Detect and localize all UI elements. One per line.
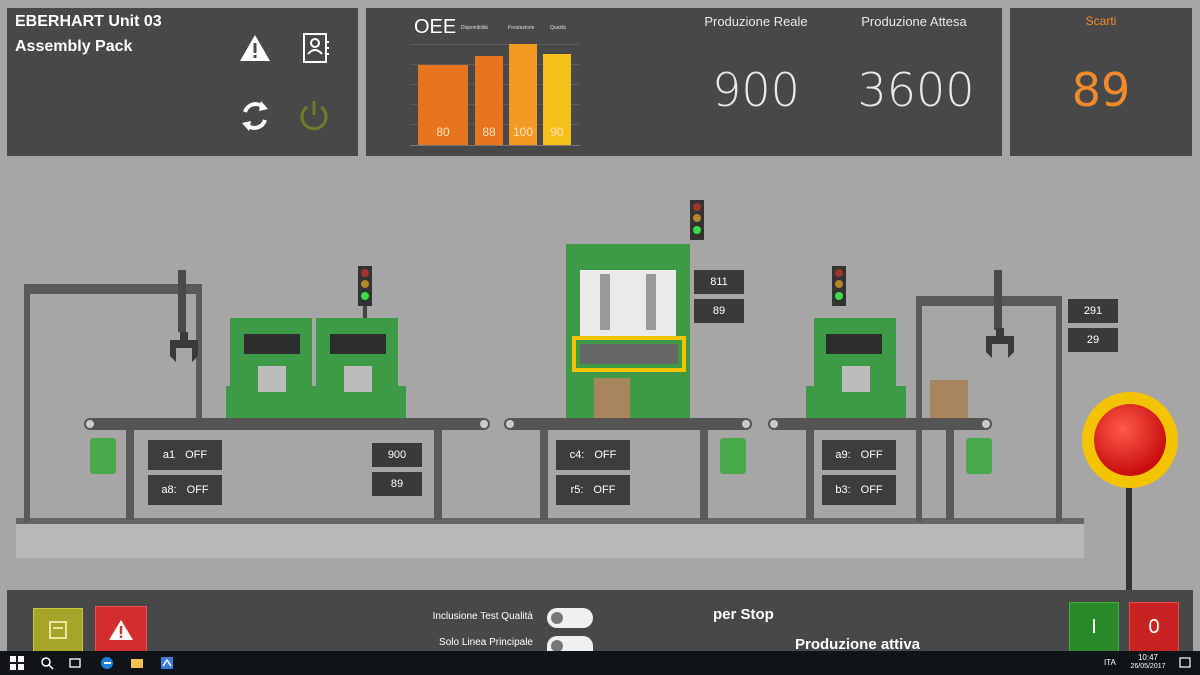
operator-badge-icon[interactable] (303, 32, 329, 64)
quality-test-label: Inclusione Test Qualità (432, 611, 533, 622)
start-button[interactable]: I (1069, 602, 1119, 653)
emergency-stop-button[interactable] (1082, 392, 1178, 488)
notifications-icon[interactable] (1178, 656, 1192, 670)
main-line-only-toggle[interactable] (547, 636, 593, 652)
sensor-a8-status: a8: OFF (148, 475, 222, 505)
taskbar: ITA 10:47 26/05/2017 (0, 651, 1200, 675)
sensor-a1-status: a1 OFF (148, 440, 222, 470)
quality-test-toggle[interactable] (547, 608, 593, 628)
stop-button[interactable]: 0 (1129, 602, 1179, 653)
sensor-c4-status: c4: OFF (556, 440, 630, 470)
sensor-a9-status: a9: OFF (822, 440, 896, 470)
oee-legend-performance: Prestazione (508, 25, 535, 31)
report-button[interactable] (33, 608, 83, 653)
search-icon[interactable] (40, 656, 54, 670)
windows-start-icon[interactable] (10, 656, 24, 670)
unit-title: EBERHART Unit 03 (15, 13, 162, 30)
control-bar: Inclusione Test Qualità Solo Linea Princ… (7, 590, 1193, 653)
production-line-diagram (16, 200, 1132, 590)
main-line-only-label: Solo Linea Principale (439, 637, 533, 648)
app-icon[interactable] (160, 656, 174, 670)
file-explorer-icon[interactable] (130, 656, 144, 670)
sensor-b3-status: b3: OFF (822, 475, 896, 505)
oee-legend-quality: Qualità (550, 25, 566, 31)
refresh-icon[interactable] (237, 98, 273, 134)
taskbar-language[interactable]: ITA (1104, 658, 1116, 667)
power-icon[interactable] (297, 98, 331, 134)
center-counter-top: 811 (694, 270, 744, 294)
oee-bar-4: 90 (543, 54, 571, 145)
alarm-button[interactable] (95, 606, 147, 653)
oee-bar-2: 88 (475, 56, 503, 145)
header-panel: EBERHART Unit 03 Assembly Pack (7, 8, 358, 156)
warning-icon (109, 620, 133, 640)
scrap-label: Scarti (1085, 14, 1117, 28)
scrap-value: 89 (1071, 63, 1131, 117)
oee-legend-availability: Disponibilità (461, 25, 488, 31)
right-counter-bottom: 29 (1068, 328, 1118, 352)
sensor-r5-status: r5: OFF (556, 475, 630, 505)
left-counter-bottom: 89 (372, 472, 422, 496)
task-view-icon[interactable] (68, 656, 82, 670)
taskbar-date[interactable]: 26/05/2017 (1124, 663, 1172, 670)
document-icon (49, 621, 67, 639)
center-counter-bottom: 89 (694, 299, 744, 323)
expected-production-value: 3600 (857, 63, 975, 117)
scrap-panel: Scarti 89 (1010, 8, 1192, 156)
edge-browser-icon[interactable] (100, 656, 114, 670)
real-production-value: 900 (712, 63, 800, 117)
left-counter-top: 900 (372, 443, 422, 467)
oee-chart: 80 88 100 90 (410, 44, 580, 146)
right-counter-top: 291 (1068, 299, 1118, 323)
real-production-label: Produzione Reale (704, 14, 808, 29)
kpi-panel: OEE Disponibilità Prestazione Qualità 80… (366, 8, 1002, 156)
oee-bar-3: 100 (509, 44, 537, 145)
oee-title: OEE (414, 16, 457, 38)
taskbar-time[interactable]: 10:47 (1128, 653, 1168, 662)
unit-subtitle: Assembly Pack (15, 38, 133, 55)
oee-bar-1: 80 (418, 65, 468, 145)
stop-instruction-text: per Stop (713, 606, 774, 623)
warning-icon[interactable] (239, 34, 271, 62)
expected-production-label: Produzione Attesa (861, 14, 967, 29)
